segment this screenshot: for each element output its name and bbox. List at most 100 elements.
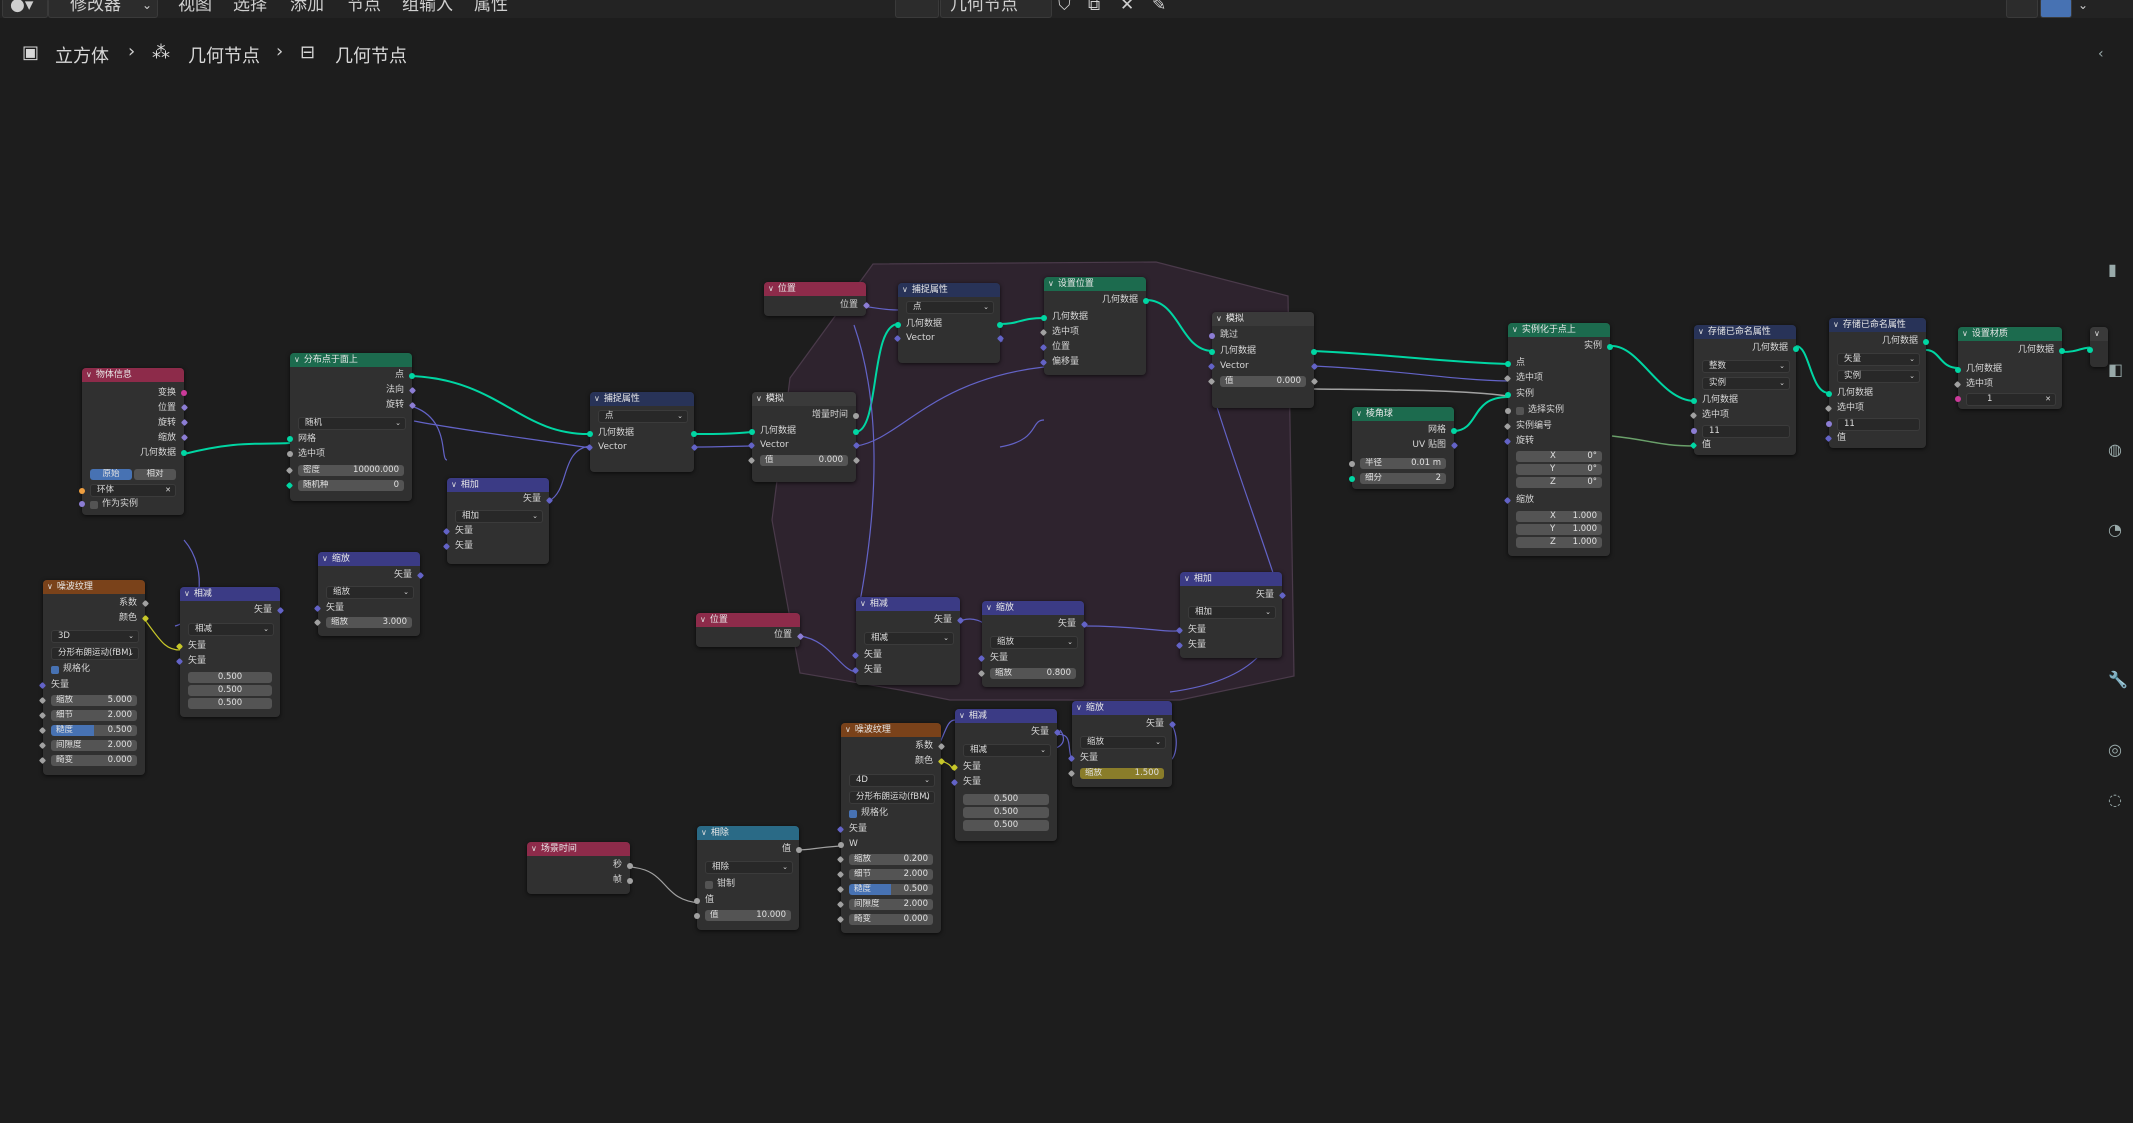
socket[interactable] <box>1955 396 1961 402</box>
node-header[interactable]: 相减 <box>856 597 960 611</box>
socket[interactable] <box>1041 315 1047 321</box>
vector-z-field[interactable]: 0.500 <box>188 698 272 709</box>
clamp-checkbox[interactable] <box>705 881 713 889</box>
node-header[interactable] <box>2090 327 2108 341</box>
node-header[interactable]: 缩放 <box>982 601 1084 615</box>
value-field[interactable]: 值 10.000 <box>705 910 791 921</box>
vector-z-field[interactable]: 0.500 <box>963 820 1049 831</box>
set-position-node[interactable]: 设置位置 几何数据 几何数据 选中项 位置 偏移量 <box>1039 277 1149 375</box>
socket[interactable] <box>287 436 293 442</box>
vector-scale-node[interactable]: 缩放 矢量 缩放⌄ 矢量 缩放3.000 <box>313 552 425 636</box>
attribute-name-field[interactable]: 11 <box>1837 418 1920 431</box>
position-node[interactable]: 位置 位置 <box>696 613 805 647</box>
scale-z-field[interactable]: Z 1.000 <box>1516 537 1602 548</box>
dimensions-dropdown[interactable]: 3D ⌄ <box>51 630 139 643</box>
simulation-output-node[interactable]: 模拟 跳过 几何数据 Vector 值0.000 <box>1207 312 1319 408</box>
lacunarity-field[interactable]: 间隙度 2.000 <box>849 899 933 910</box>
socket[interactable] <box>1923 339 1929 345</box>
seed-field[interactable]: 随机种 0 <box>298 480 404 491</box>
noise-texture-node[interactable]: 噪波纹理 系数 颜色 3D⌄ 分形布朗运动(fBM)⌄ 规格化 矢量 缩放5.0… <box>38 580 150 775</box>
socket[interactable] <box>1826 421 1832 427</box>
scale-y-field[interactable]: Y 1.000 <box>1516 524 1602 535</box>
socket[interactable] <box>796 847 802 853</box>
node-header[interactable]: 噪波纹理 <box>841 723 941 737</box>
socket[interactable] <box>1505 408 1511 414</box>
node-header[interactable]: 分布点于面上 <box>290 353 412 367</box>
node-header[interactable]: 实例化于点上 <box>1508 323 1610 337</box>
noise-type-dropdown[interactable]: 分形布朗运动(fBM) ⌄ <box>51 647 139 660</box>
socket[interactable] <box>627 878 633 884</box>
node-header[interactable]: 设置位置 <box>1044 277 1146 291</box>
socket[interactable] <box>749 429 755 435</box>
node-header[interactable]: 位置 <box>764 282 866 296</box>
scale-field[interactable]: 缩放 1.500 <box>1080 768 1164 779</box>
socket[interactable] <box>1143 298 1149 304</box>
as-instance-checkbox[interactable] <box>90 501 98 509</box>
noise-texture-node[interactable]: 噪波纹理 系数 颜色 4D⌄ 分形布朗运动(fBM)⌄ 规格化 矢量 W 缩放0… <box>836 723 946 933</box>
vector-subtract-node[interactable]: 相减 矢量 相减⌄ 矢量 矢量 0.500 0.500 0.500 <box>950 709 1062 841</box>
socket[interactable] <box>181 450 187 456</box>
operation-dropdown[interactable]: 缩放 ⌄ <box>326 586 414 599</box>
position-node[interactable]: 位置 位置 <box>764 282 871 316</box>
node-header[interactable]: 捕捉属性 <box>590 392 694 406</box>
vector-add-node[interactable]: 相加 矢量 相加⌄ 矢量 矢量 <box>442 478 554 564</box>
operation-dropdown[interactable]: 相除 ⌄ <box>705 861 793 874</box>
vector-subtract-node[interactable]: 相减 矢量 相减⌄ 矢量 矢量 0.500 0.500 0.500 <box>175 587 285 717</box>
store-named-attribute-node[interactable]: 存储已命名属性 几何数据 矢量⌄ 实例⌄ 几何数据 选中项 11 值 <box>1824 318 1929 448</box>
node-header[interactable]: 位置 <box>696 613 800 627</box>
distortion-field[interactable]: 畸变 0.000 <box>849 914 933 925</box>
socket[interactable] <box>1209 349 1215 355</box>
socket[interactable] <box>1209 333 1215 339</box>
operation-dropdown[interactable]: 相减 ⌄ <box>963 744 1051 757</box>
normalize-checkbox[interactable] <box>51 666 59 674</box>
node-header[interactable]: 模拟 <box>752 392 856 406</box>
operation-dropdown[interactable]: 缩放 ⌄ <box>990 636 1078 649</box>
node-header[interactable]: 噪波纹理 <box>43 580 145 594</box>
lacunarity-field[interactable]: 间隙度 2.000 <box>51 740 137 751</box>
scale-field[interactable]: 缩放 5.000 <box>51 695 137 706</box>
detail-field[interactable]: 细节 2.000 <box>849 869 933 880</box>
node-header[interactable]: 存储已命名属性 <box>1829 318 1926 332</box>
socket[interactable] <box>2087 347 2093 353</box>
roughness-field[interactable]: 糙度 0.500 <box>849 884 933 895</box>
node-header[interactable]: 模拟 <box>1212 312 1314 326</box>
domain-dropdown[interactable]: 实例 ⌄ <box>1702 377 1790 390</box>
node-header[interactable]: 存储已命名属性 <box>1694 325 1796 339</box>
operation-dropdown[interactable]: 相减 ⌄ <box>188 623 274 636</box>
node-header[interactable]: 缩放 <box>1072 701 1172 715</box>
node-header[interactable]: 相加 <box>1180 572 1282 586</box>
noise-type-dropdown[interactable]: 分形布朗运动(fBM) ⌄ <box>849 791 935 804</box>
roughness-field[interactable]: 糙度 0.500 <box>51 725 137 736</box>
rotation-x-field[interactable]: X 0° <box>1516 451 1602 462</box>
group-output-node[interactable] <box>2087 327 2108 367</box>
socket[interactable] <box>1505 392 1511 398</box>
socket[interactable] <box>79 501 85 507</box>
node-header[interactable]: 相加 <box>447 478 549 492</box>
capture-attribute-node[interactable]: 捕捉属性 点⌄ 几何数据 Vector <box>893 283 1005 363</box>
socket[interactable] <box>1349 476 1355 482</box>
store-named-attribute-node[interactable]: 存储已命名属性 几何数据 整数⌄ 实例⌄ 几何数据 选中项 11 值 <box>1689 325 1799 455</box>
node-header[interactable]: 设置材质 <box>1958 327 2062 341</box>
socket[interactable] <box>1311 349 1317 355</box>
socket[interactable] <box>1607 344 1613 350</box>
socket[interactable] <box>895 322 901 328</box>
socket[interactable] <box>1793 346 1799 352</box>
material-field[interactable]: 1 ✕ <box>1966 393 2056 406</box>
select-instance-checkbox[interactable] <box>1516 407 1524 415</box>
socket[interactable] <box>79 488 85 494</box>
transform-relative-toggle[interactable]: 相对 <box>134 469 176 480</box>
domain-dropdown[interactable]: 实例 ⌄ <box>1837 370 1920 383</box>
vector-y-field[interactable]: 0.500 <box>188 685 272 696</box>
vector-scale-node[interactable]: 缩放 矢量 缩放⌄ 矢量 缩放0.800 <box>977 601 1089 687</box>
operation-dropdown[interactable]: 相加 ⌄ <box>1188 606 1276 619</box>
node-header[interactable]: 棱角球 <box>1352 407 1454 421</box>
socket[interactable] <box>587 431 593 437</box>
socket[interactable] <box>997 322 1003 328</box>
scale-field[interactable]: 缩放 0.200 <box>849 854 933 865</box>
attribute-name-field[interactable]: 11 <box>1702 425 1790 438</box>
vector-x-field[interactable]: 0.500 <box>188 672 272 683</box>
node-header[interactable]: 相减 <box>955 709 1057 723</box>
capture-attribute-node[interactable]: 捕捉属性 点⌄ 几何数据 Vector <box>585 392 699 472</box>
density-field[interactable]: 密度 10000.000 <box>298 465 404 476</box>
distortion-field[interactable]: 畸变 0.000 <box>51 755 137 766</box>
